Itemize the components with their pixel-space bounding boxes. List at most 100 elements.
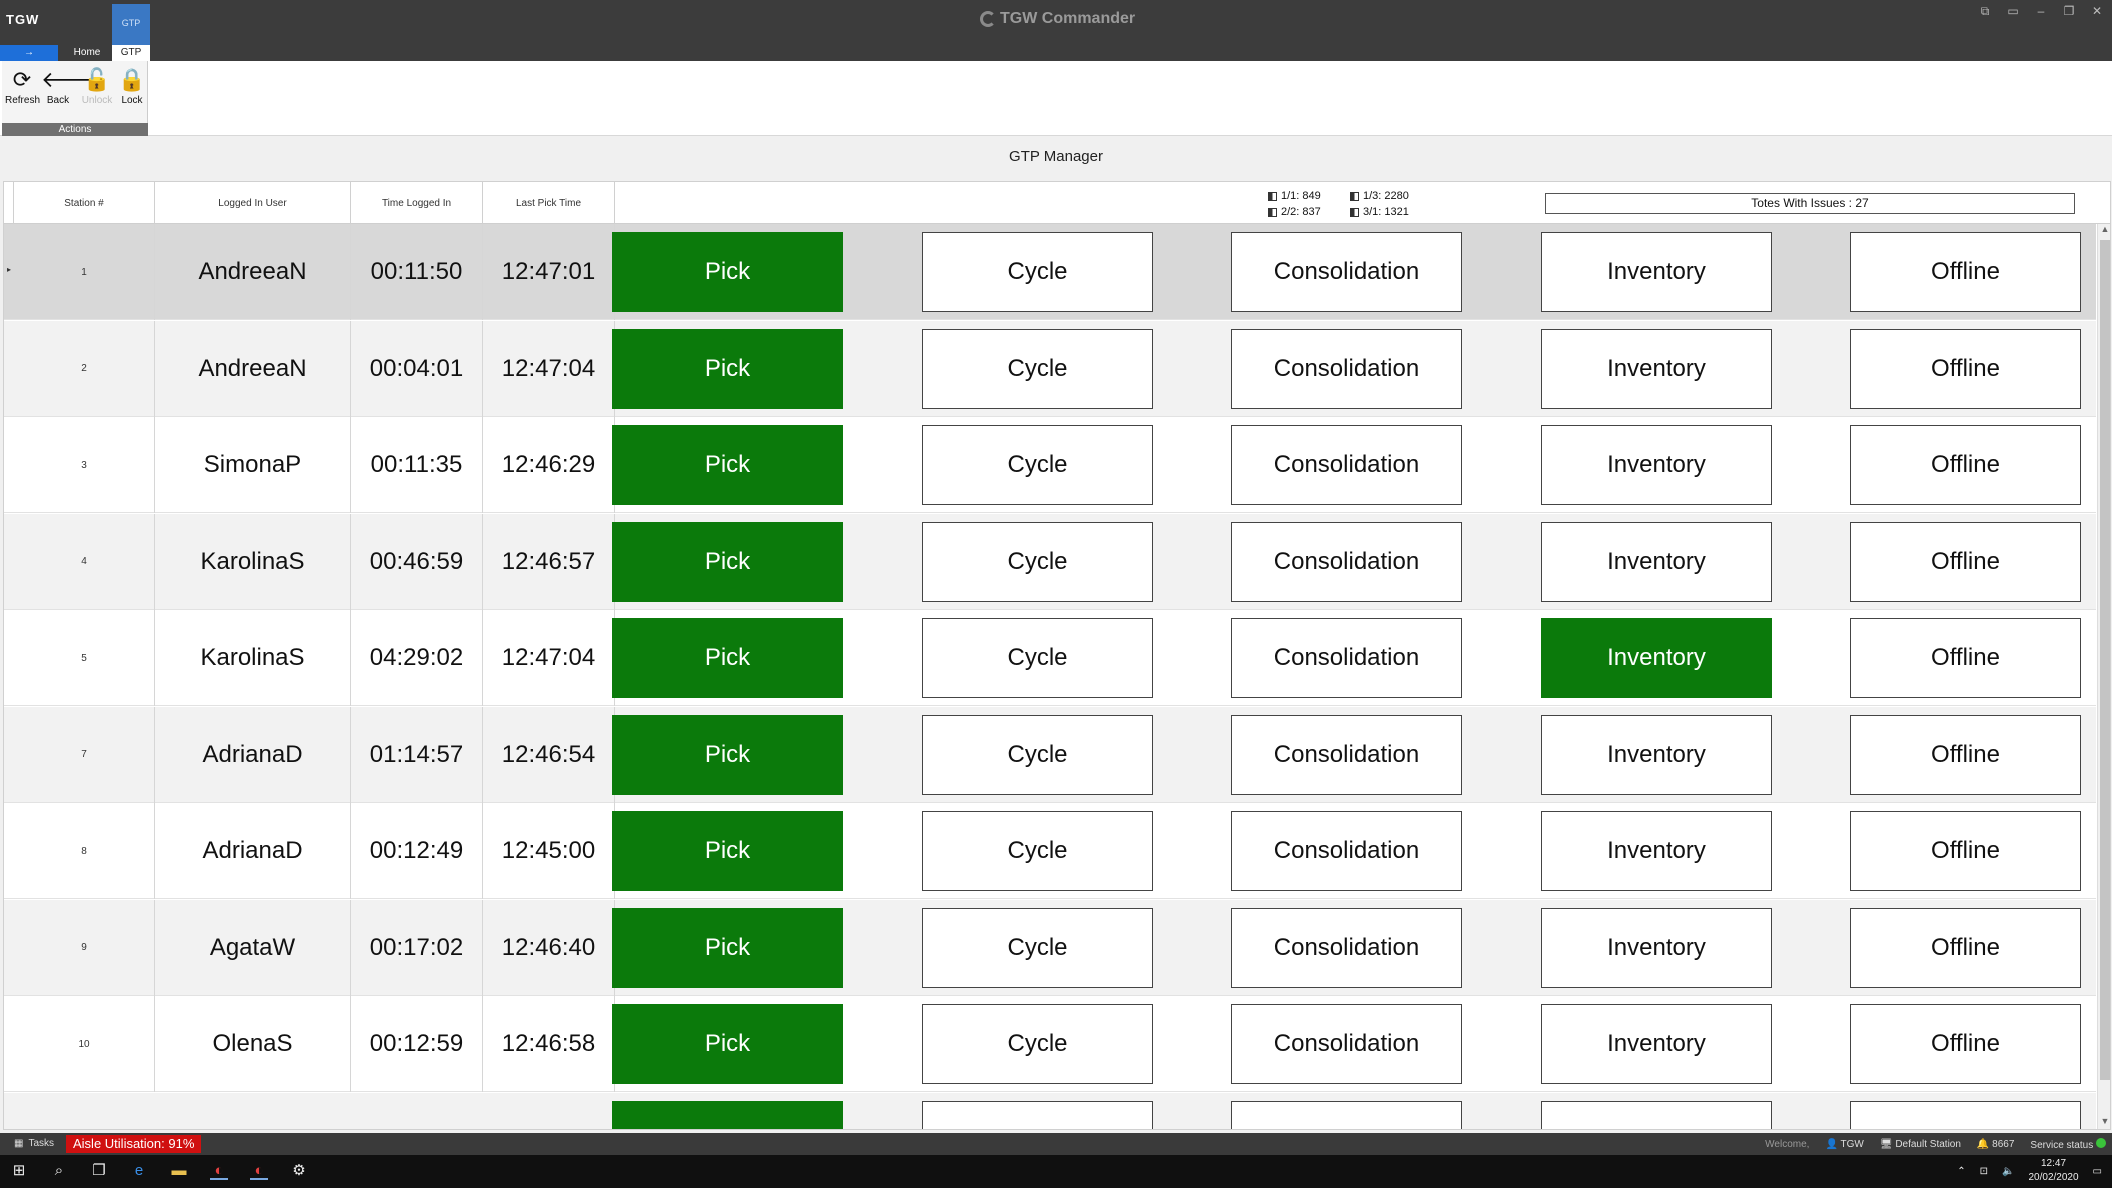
pick-button[interactable]: Pick <box>612 521 843 602</box>
clock[interactable]: 12:47 20/02/2020 <box>2028 1157 2078 1185</box>
consolidation-button[interactable]: Consolidation <box>1231 618 1462 698</box>
col-header-time-logged-in[interactable]: Time Logged In <box>351 182 483 224</box>
back-button[interactable]: 🡐 Back <box>41 65 100 106</box>
inventory-button[interactable]: Inventory <box>1541 714 1772 795</box>
cycle-button[interactable]: Cycle <box>922 811 1153 891</box>
consolidation-button[interactable]: Consolidation <box>1231 232 1462 312</box>
service-status[interactable]: Service status <box>2030 1138 2106 1151</box>
refresh-button[interactable]: ⟳ Refresh <box>5 65 40 106</box>
unlock-button[interactable]: 🔓 Unlock <box>80 65 114 106</box>
pick-button[interactable]: Pick <box>612 811 843 891</box>
station-indicator[interactable]: 🖥 Default Station <box>1880 1139 1961 1150</box>
tab-home[interactable]: Home <box>62 45 112 61</box>
table-row[interactable]: 2 AndreeaN 00:04:01 12:47:04 Pick Cycle Consol… <box>4 320 2096 417</box>
tray-chevron-icon[interactable]: ⌃ <box>1957 1166 1965 1177</box>
offline-button[interactable]: Offline <box>1850 232 2081 312</box>
pick-button[interactable]: Pick <box>612 425 843 505</box>
consolidation-button[interactable]: Consolidation <box>1231 521 1462 602</box>
table-row[interactable]: 7 AdrianaD 01:14:57 12:46:54 Pick Cycle Consol… <box>4 706 2096 803</box>
cycle-button[interactable]: Cycle <box>922 907 1153 988</box>
consolidation-button[interactable]: Consolidation <box>1231 425 1462 505</box>
vertical-scrollbar[interactable]: ▲ ▼ <box>2097 224 2110 1129</box>
inventory-button[interactable]: Inventory <box>1541 328 1772 409</box>
tgw-commander-app-icon[interactable]: ◐ <box>210 1162 228 1180</box>
tote-icon <box>1268 191 1277 201</box>
consolidation-button[interactable]: Consolidation <box>1231 907 1462 988</box>
inventory-button[interactable]: Inventory <box>1541 521 1772 602</box>
lock-button[interactable]: 🔒 Lock <box>115 65 149 106</box>
layout-icon[interactable]: ▭ <box>2006 4 2020 19</box>
offline-button-partial[interactable] <box>1850 1100 2081 1129</box>
notifications-icon[interactable]: ▭ <box>2093 1166 2102 1177</box>
user-indicator[interactable]: 👤 TGW <box>1825 1139 1863 1150</box>
table-row[interactable]: 3 SimonaP 00:11:35 12:46:29 Pick Cycle Consoli… <box>4 417 2096 513</box>
volume-icon[interactable]: 🔈 <box>2002 1166 2014 1177</box>
scroll-down-icon[interactable]: ▼ <box>2098 1116 2110 1129</box>
file-tab[interactable]: → <box>0 45 58 61</box>
file-explorer-icon[interactable]: ▬ <box>170 1162 188 1180</box>
scroll-up-icon[interactable]: ▲ <box>2098 224 2110 238</box>
col-header-user[interactable]: Logged In User <box>155 182 351 224</box>
restore-layout-icon[interactable]: ⧉ <box>1978 4 1992 19</box>
cycle-button[interactable]: Cycle <box>922 521 1153 602</box>
inventory-button[interactable]: Inventory <box>1541 232 1772 312</box>
pick-button-partial[interactable] <box>612 1100 843 1129</box>
pick-button[interactable]: Pick <box>612 328 843 409</box>
offline-button[interactable]: Offline <box>1850 328 2081 409</box>
cycle-button[interactable]: Cycle <box>922 618 1153 698</box>
table-row[interactable]: ▸ 1 AndreeaN 00:11:50 12:47:01 Pick Cycle Conso… <box>4 224 2096 320</box>
pick-button[interactable]: Pick <box>612 232 843 312</box>
offline-button[interactable]: Offline <box>1850 1004 2081 1084</box>
table-row[interactable]: 8 AdrianaD 00:12:49 12:45:00 Pick Cycle Consol… <box>4 803 2096 899</box>
table-row[interactable]: 10 OlenaS 00:12:59 12:46:58 Pick Cycle Consoli… <box>4 996 2096 1092</box>
tab-gtp[interactable]: GTP <box>112 45 150 61</box>
totes-with-issues-button[interactable]: Totes With Issues : 27 <box>1545 193 2075 214</box>
cycle-button[interactable]: Cycle <box>922 328 1153 409</box>
inventory-button[interactable]: Inventory <box>1541 907 1772 988</box>
col-header-last-pick[interactable]: Last Pick Time <box>483 182 615 224</box>
offline-button[interactable]: Offline <box>1850 714 2081 795</box>
inventory-button[interactable]: Inventory <box>1541 618 1772 698</box>
offline-button[interactable]: Offline <box>1850 521 2081 602</box>
inventory-button[interactable]: Inventory <box>1541 811 1772 891</box>
cycle-button[interactable]: Cycle <box>922 425 1153 505</box>
offline-button[interactable]: Offline <box>1850 425 2081 505</box>
consolidation-button-partial[interactable] <box>1231 1100 1462 1129</box>
close-button[interactable]: ✕ <box>2090 4 2104 19</box>
pick-button[interactable]: Pick <box>612 714 843 795</box>
pick-button[interactable]: Pick <box>612 1004 843 1084</box>
offline-button[interactable]: Offline <box>1850 907 2081 988</box>
windows-start-icon[interactable]: ⊞ <box>10 1162 28 1180</box>
offline-button[interactable]: Offline <box>1850 811 2081 891</box>
inventory-button-partial[interactable] <box>1541 1100 1772 1129</box>
consolidation-button[interactable]: Consolidation <box>1231 811 1462 891</box>
browser-icon[interactable]: e <box>130 1162 148 1180</box>
scroll-thumb[interactable] <box>2100 240 2110 1080</box>
cycle-button[interactable]: Cycle <box>922 1004 1153 1084</box>
table-row[interactable]: 5 KarolinaS 04:29:02 12:47:04 Pick Cycle Conso… <box>4 610 2096 706</box>
inventory-button[interactable]: Inventory <box>1541 1004 1772 1084</box>
maximize-button[interactable]: ❐ <box>2062 4 2076 19</box>
table-row[interactable]: 9 AgataW 00:17:02 12:46:40 Pick Cycle Consolid… <box>4 899 2096 996</box>
consolidation-button[interactable]: Consolidation <box>1231 1004 1462 1084</box>
table-row[interactable] <box>4 1092 2096 1129</box>
col-header-station[interactable]: Station # <box>14 182 155 224</box>
pick-button[interactable]: Pick <box>612 907 843 988</box>
tasks-button[interactable]: ▦ Tasks <box>14 1138 54 1149</box>
settings-gear-icon[interactable]: ⚙ <box>290 1162 308 1180</box>
cycle-button[interactable]: Cycle <box>922 714 1153 795</box>
cycle-button-partial[interactable] <box>922 1100 1153 1129</box>
minimize-button[interactable]: – <box>2034 4 2048 19</box>
consolidation-button[interactable]: Consolidation <box>1231 714 1462 795</box>
inventory-button[interactable]: Inventory <box>1541 425 1772 505</box>
pick-button[interactable]: Pick <box>612 618 843 698</box>
task-view-icon[interactable]: ❐ <box>90 1162 108 1180</box>
offline-button[interactable]: Offline <box>1850 618 2081 698</box>
alerts-indicator[interactable]: 🔔 8667 <box>1977 1139 2014 1150</box>
cycle-button[interactable]: Cycle <box>922 232 1153 312</box>
network-icon[interactable]: ⊡ <box>1980 1166 1988 1177</box>
consolidation-button[interactable]: Consolidation <box>1231 328 1462 409</box>
tgw-commander-app-icon-2[interactable]: ◐ <box>250 1162 268 1180</box>
table-row[interactable]: 4 KarolinaS 00:46:59 12:46:57 Pick Cycle Conso… <box>4 513 2096 610</box>
search-icon[interactable]: ⌕ <box>50 1162 68 1180</box>
